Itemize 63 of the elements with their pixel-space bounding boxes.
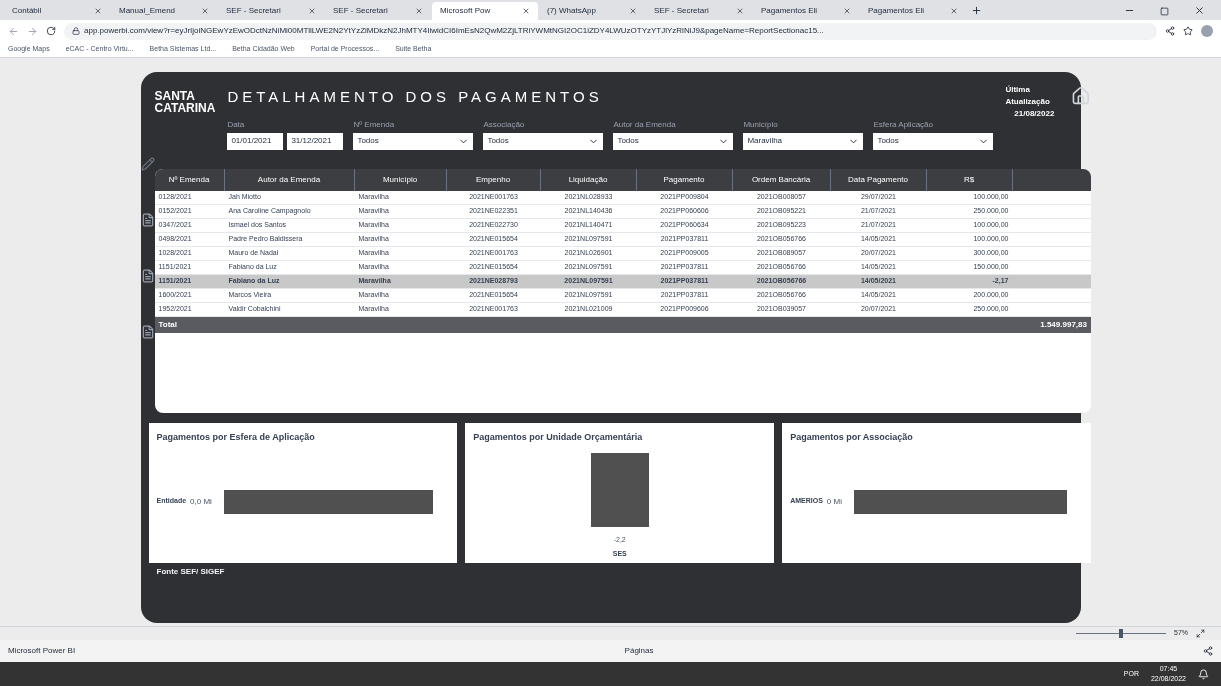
close-icon[interactable] [201,7,209,15]
column-header[interactable]: Empenho [446,169,541,191]
close-icon[interactable] [1194,5,1205,16]
value-label: 0,0 Mi [190,495,212,508]
date-field[interactable]: 01/01/2021 [227,132,284,150]
total-value: 1.549.997,83 [1040,319,1087,331]
chart-title: Pagamentos por Associação [790,431,914,444]
close-icon[interactable] [415,7,423,15]
new-tab-icon[interactable] [971,5,982,16]
filter-dropdown[interactable]: Maravilha [743,132,864,150]
address-bar[interactable]: app.powerbi.com/view?r=eyJrIjoiNGEwYzEwODctNzNiMi00MTllLWE2N2YtYzZiMDkzN2JhMTY4IiwidCI6ImEsN2QwM2ZjLTRiYWMtNGI2OC1iZDY4LWUzOTYzYTJlYzRlNiJ9&pageName=ReportSectionac15... [64,22,1157,40]
notification-icon[interactable] [1198,668,1209,680]
close-icon[interactable] [736,7,744,15]
date-field[interactable]: 31/12/2021 [287,132,344,150]
share-icon[interactable] [1203,646,1213,656]
filter-label: Nº Emenda [353,118,396,131]
total-label: Total [158,319,177,331]
update-label: Última Atualização [1005,84,1051,108]
filter-label: Esfera Aplicação [873,118,934,131]
column-header[interactable]: R$ [926,169,1013,191]
close-icon[interactable] [629,7,637,15]
report-title: DETALHAMENTO DOS PAGAMENTOS [227,87,604,107]
filter-label: Data [227,118,246,131]
filter-label: Município [743,118,779,131]
page-icon[interactable] [140,213,155,227]
share-icon[interactable] [1165,26,1175,36]
zoom-slider-thumb[interactable] [1119,629,1123,638]
page-icon[interactable] [140,269,155,283]
page-icon[interactable] [140,325,155,339]
fit-icon[interactable] [1196,629,1205,638]
column-header[interactable]: Autor da Emenda [224,169,355,191]
column-header[interactable]: Data Pagamento [830,169,927,191]
update-date: 21/08/2022 [1014,108,1055,120]
source-note: Fonte SEF/ SIGEF [156,566,226,578]
column-header[interactable]: Município [354,169,447,191]
filter-dropdown[interactable]: Todos [613,132,734,150]
logo: SANTA CATARINA [154,88,216,117]
chart-title: Pagamentos por Esfera de Aplicação [156,431,316,444]
close-icon[interactable] [522,7,530,15]
column-header[interactable]: Pagamento [636,169,733,191]
filter-dropdown[interactable]: Todos [353,132,474,150]
chart-title: Pagamentos por Unidade Orçamentária [473,431,644,444]
maximize-icon[interactable] [1160,7,1169,16]
close-icon[interactable] [94,7,102,15]
close-icon[interactable] [950,7,958,15]
filter-dropdown[interactable]: Todos [483,132,604,150]
column-header[interactable]: Nº Emenda [154,169,225,191]
value-label: 0 Mi [826,495,842,508]
reload-icon[interactable] [46,26,56,36]
browser-tab[interactable]: Microsoft Pow [432,2,538,20]
star-icon[interactable] [1183,26,1193,36]
filter-dropdown[interactable]: Todos [873,132,994,150]
pencil-icon[interactable] [140,157,155,171]
lock-icon [72,27,80,35]
app-name: Microsoft Power BI [8,645,76,657]
filter-label: Associação [483,118,526,131]
pages-button[interactable]: Páginas [624,645,654,657]
filter-label: Autor da Emenda [613,118,677,131]
column-header[interactable]: Liquidação [540,169,637,191]
close-icon[interactable] [843,7,851,15]
column-header[interactable]: Ordem Bancária [732,169,831,191]
close-icon[interactable] [308,7,316,15]
profile-avatar[interactable] [1201,25,1213,37]
